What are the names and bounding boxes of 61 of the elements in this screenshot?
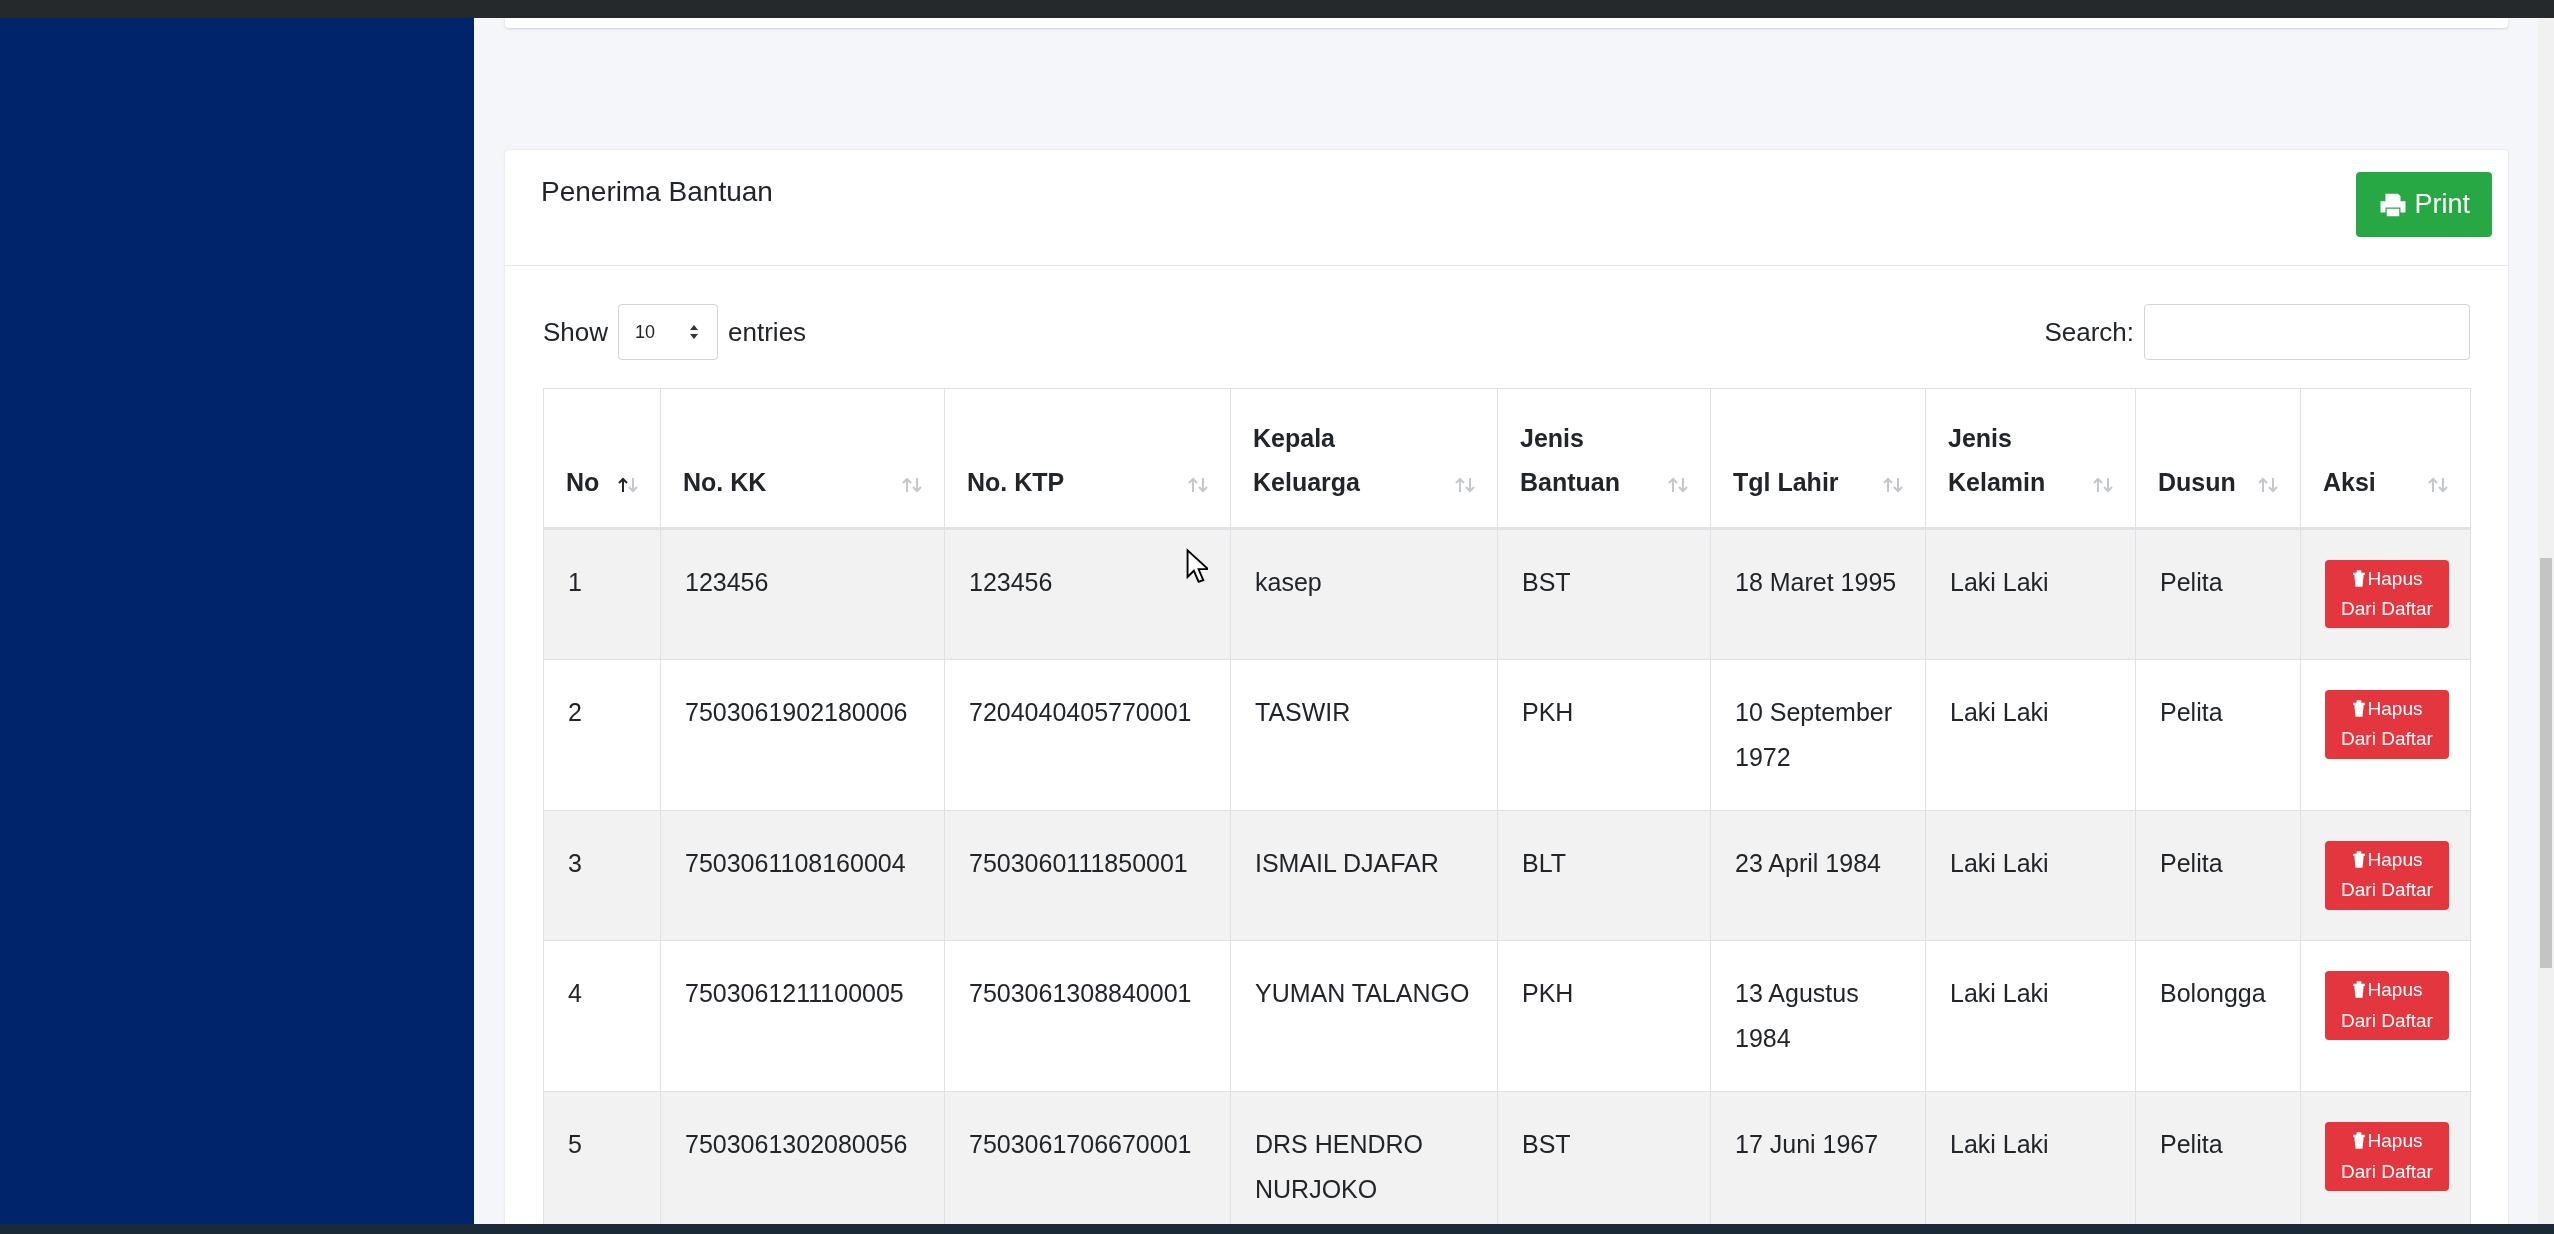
table-cell: 7503061706670001 <box>944 1091 1231 1224</box>
trash-icon <box>2351 699 2366 717</box>
printer-icon <box>2378 191 2409 218</box>
entries-label: entries <box>728 316 807 348</box>
table-cell: 18 Maret 1995 <box>1710 528 1926 660</box>
table-cell: 7503061211100005 <box>660 940 945 1092</box>
delete-button[interactable]: Hapus Dari Daftar <box>2325 971 2449 1041</box>
table-cell: ISMAIL DJAFAR <box>1230 810 1498 941</box>
trash-icon <box>2351 1132 2366 1150</box>
scrollbar-thumb[interactable] <box>2540 558 2552 968</box>
table-cell: 7503060111850001 <box>944 810 1231 941</box>
table-cell: DRS HENDRO NURJOKO <box>1230 1091 1498 1224</box>
trash-icon <box>2351 981 2366 999</box>
table-cell: 17 Juni 1967 <box>1710 1091 1926 1224</box>
table-cell: 1 <box>543 528 661 660</box>
table-cell: 3 <box>543 810 661 941</box>
card-title: Penerima Bantuan <box>541 176 773 208</box>
table-cell: Laki Laki <box>1925 810 2136 941</box>
table-cell: TASWIR <box>1230 659 1498 811</box>
trash-icon <box>2351 850 2366 868</box>
table-cell: 7503061108160004 <box>660 810 945 941</box>
search-label: Search: <box>2044 316 2134 348</box>
table-cell: 13 Agustus 1984 <box>1710 940 1926 1092</box>
cursor-icon <box>1186 548 1208 584</box>
table-cell: 7503061302080056 <box>660 1091 945 1224</box>
table-cell: 2 <box>543 659 661 811</box>
caret-icon <box>689 324 700 340</box>
table-cell: PKH <box>1497 940 1711 1092</box>
table-cell: 4 <box>543 940 661 1092</box>
table-cell: Pelita <box>2135 659 2301 811</box>
delete-button[interactable]: Hapus Dari Daftar <box>2325 1122 2449 1192</box>
table-cell: Pelita <box>2135 528 2301 660</box>
table-cell: Laki Laki <box>1925 1091 2136 1224</box>
search-field[interactable] <box>2144 304 2470 360</box>
table-cell: Pelita <box>2135 810 2301 941</box>
trash-icon <box>2351 569 2366 587</box>
table-cell: 7204040405770001 <box>944 659 1231 811</box>
table-cell: BST <box>1497 528 1711 660</box>
table-cell: 123456 <box>944 528 1231 660</box>
table-cell: 5 <box>543 1091 661 1224</box>
delete-button[interactable]: Hapus Dari Daftar <box>2325 689 2449 759</box>
entries-select[interactable]: 10 <box>618 304 719 360</box>
table-cell: Pelita <box>2135 1091 2301 1224</box>
table-cell: 123456 <box>660 528 945 660</box>
table-cell: kasep <box>1230 528 1498 660</box>
table-cell: Laki Laki <box>1925 940 2136 1092</box>
table-cell: 23 April 1984 <box>1710 810 1926 941</box>
table-cell: 7503061308840001 <box>944 940 1231 1092</box>
table-cell: Laki Laki <box>1925 659 2136 811</box>
table-cell: 7503061902180006 <box>660 659 945 811</box>
delete-button[interactable]: Hapus Dari Daftar <box>2325 559 2449 629</box>
table-cell: YUMAN TALANGO <box>1230 940 1498 1092</box>
table-cell: PKH <box>1497 659 1711 811</box>
table-cell: BLT <box>1497 810 1711 941</box>
table-cell: 10 September 1972 <box>1710 659 1926 811</box>
delete-button[interactable]: Hapus Dari Daftar <box>2325 840 2449 910</box>
table-cell: Bolongga <box>2135 940 2301 1092</box>
table-cell: BST <box>1497 1091 1711 1224</box>
show-label: Show <box>543 316 609 348</box>
table-cell: Laki Laki <box>1925 528 2136 660</box>
scrollbar[interactable] <box>2538 18 2554 1224</box>
